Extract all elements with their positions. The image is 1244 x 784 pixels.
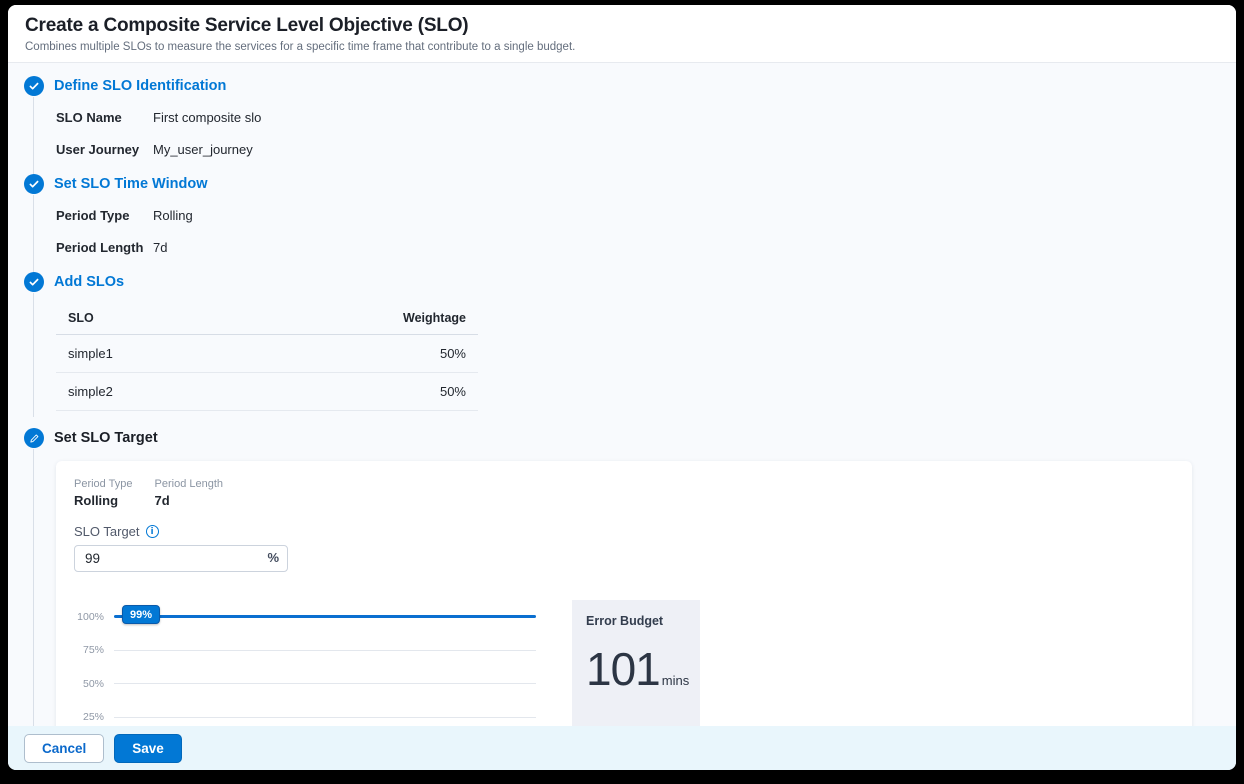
weightage-cell: 50%: [242, 373, 478, 411]
step-title-define-slo-identification[interactable]: Define SLO Identification: [54, 78, 226, 94]
tick-label: 25%: [74, 711, 104, 723]
info-icon[interactable]: i: [146, 525, 159, 538]
period-length-label: Period Length: [56, 240, 153, 255]
pencil-icon: [24, 428, 44, 448]
stepper-connector: [33, 97, 34, 179]
footer-actions: Cancel Save: [8, 726, 1236, 770]
slo-name-label: SLO Name: [56, 110, 153, 125]
slo-target-label: SLO Target: [74, 524, 140, 539]
chart-tick-100: 100% 99%: [74, 600, 536, 634]
weightage-cell: 50%: [242, 335, 478, 373]
weightage-column-header: Weightage: [242, 303, 478, 335]
field-row-period-length: Period Length 7d: [56, 240, 1220, 255]
user-journey-label: User Journey: [56, 142, 153, 157]
table-row: simple2 50%: [56, 373, 478, 411]
period-type-value: Rolling: [74, 493, 133, 508]
step-add-slos: Add SLOs SLO Weightage simple1 50% simpl…: [24, 271, 1220, 411]
table-row: simple1 50%: [56, 335, 478, 373]
tick-label: 50%: [74, 678, 104, 690]
step-define-slo-identification: Define SLO Identification SLO Name First…: [24, 75, 1220, 173]
check-icon: [24, 76, 44, 96]
step-set-slo-target: Set SLO Target Period Type Rolling Perio…: [24, 427, 1220, 726]
period-summary: Period Type Rolling Period Length 7d: [74, 478, 1174, 508]
error-budget-unit: mins: [662, 673, 689, 688]
step-set-slo-time-window: Set SLO Time Window Period Type Rolling …: [24, 173, 1220, 271]
period-length-summary: Period Length 7d: [155, 478, 224, 508]
check-icon: [24, 272, 44, 292]
period-length-value: 7d: [153, 240, 167, 255]
page-title: Create a Composite Service Level Objecti…: [25, 15, 1219, 37]
error-budget-label: Error Budget: [586, 614, 686, 628]
tick-label: 100%: [74, 611, 104, 623]
page-header: Create a Composite Service Level Objecti…: [8, 5, 1236, 63]
chart-tick-25: 25%: [74, 701, 536, 727]
step-title-add-slos[interactable]: Add SLOs: [54, 274, 124, 290]
period-type-label: Period Type: [56, 208, 153, 223]
stepper-connector: [33, 293, 34, 417]
slo-target-card: Period Type Rolling Period Length 7d SLO…: [56, 461, 1192, 726]
period-type-value: Rolling: [153, 208, 193, 223]
period-type-summary: Period Type Rolling: [74, 478, 133, 508]
error-budget-value: 101: [586, 642, 660, 696]
save-button[interactable]: Save: [114, 734, 182, 763]
slo-target-input-wrap: %: [74, 545, 288, 572]
user-journey-value: My_user_journey: [153, 142, 253, 157]
page-subtitle: Combines multiple SLOs to measure the se…: [25, 41, 1219, 53]
chart-tick-75: 75%: [74, 634, 536, 668]
field-row-period-type: Period Type Rolling: [56, 208, 1220, 223]
slo-target-chart: 100% 99% 75% 50%: [74, 600, 536, 726]
period-length-value: 7d: [155, 493, 224, 508]
step-title-set-slo-time-window[interactable]: Set SLO Time Window: [54, 176, 207, 192]
slo-name-cell: simple1: [56, 335, 242, 373]
added-slos-table: SLO Weightage simple1 50% simple2 50%: [56, 303, 478, 411]
slo-column-header: SLO: [56, 303, 242, 335]
error-budget-panel: Error Budget 101 mins: [572, 600, 700, 726]
slo-name-value: First composite slo: [153, 110, 261, 125]
stepper-connector: [33, 195, 34, 277]
slo-target-label-row: SLO Target i: [74, 524, 1174, 539]
create-composite-slo-page: Create a Composite Service Level Objecti…: [8, 5, 1236, 770]
wizard-content: Define SLO Identification SLO Name First…: [8, 63, 1236, 726]
slo-name-cell: simple2: [56, 373, 242, 411]
field-row-slo-name: SLO Name First composite slo: [56, 110, 1220, 125]
stepper-connector: [33, 449, 34, 726]
check-icon: [24, 174, 44, 194]
percent-suffix: %: [267, 550, 279, 565]
cancel-button[interactable]: Cancel: [24, 734, 104, 763]
slo-target-input[interactable]: [74, 545, 288, 572]
tick-label: 75%: [74, 644, 104, 656]
period-type-label: Period Type: [74, 478, 133, 490]
slo-target-chart-row: 100% 99% 75% 50%: [74, 600, 1174, 726]
chart-tick-50: 50%: [74, 667, 536, 701]
target-slider-track[interactable]: [114, 615, 536, 618]
step-title-set-slo-target: Set SLO Target: [54, 430, 158, 446]
period-length-label: Period Length: [155, 478, 224, 490]
target-slider-handle[interactable]: 99%: [122, 605, 160, 624]
field-row-user-journey: User Journey My_user_journey: [56, 142, 1220, 157]
